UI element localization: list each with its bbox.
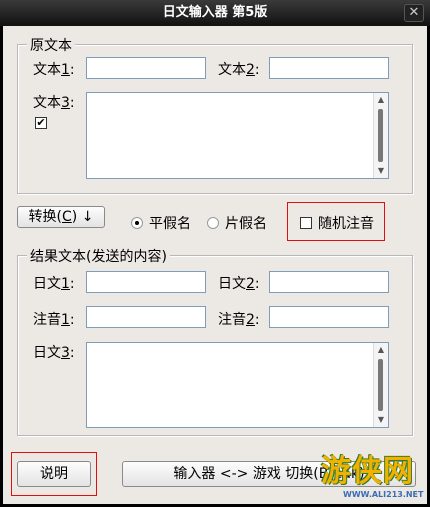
ruby1-label: 注音1:	[33, 312, 75, 328]
jp3-label: 日文3:	[33, 345, 75, 361]
ruby2-label: 注音2:	[218, 312, 260, 328]
text3-textarea[interactable]: ▲ ▼	[86, 92, 389, 179]
scroll-thumb[interactable]	[378, 359, 383, 411]
text1-input[interactable]	[86, 57, 206, 79]
text2-label: 文本2:	[218, 62, 260, 78]
random-ruby-label[interactable]: 随机注音	[318, 213, 374, 233]
convert-button[interactable]: 转换(C) ↓	[17, 206, 105, 228]
source-text-legend: 原文本	[27, 35, 75, 55]
jp2-label: 日文2:	[218, 276, 260, 292]
help-button[interactable]: 说明	[17, 461, 91, 487]
hiragana-label[interactable]: 平假名	[149, 213, 191, 233]
jp3-textarea[interactable]: ▲ ▼	[86, 342, 389, 428]
jp1-label: 日文1:	[33, 276, 75, 292]
scroll-down-icon[interactable]: ▼	[374, 413, 388, 427]
text3-checkbox[interactable]: ✔	[35, 117, 47, 129]
scroll-down-icon[interactable]: ▼	[374, 164, 388, 178]
text1-label: 文本1:	[33, 62, 75, 78]
watermark-logo: 游侠网	[321, 454, 414, 489]
katakana-label[interactable]: 片假名	[225, 213, 267, 233]
scroll-up-icon[interactable]: ▲	[374, 93, 388, 107]
katakana-radio[interactable]	[207, 217, 219, 229]
checkmark-icon: ✔	[36, 116, 46, 129]
text3-label: 文本3:	[33, 95, 75, 111]
result-text-legend: 结果文本(发送的内容)	[27, 246, 170, 266]
jp2-input[interactable]	[269, 271, 389, 293]
ruby2-input[interactable]	[269, 306, 389, 328]
random-ruby-checkbox[interactable]	[300, 217, 312, 229]
watermark-url: WWW.ALI213.NET	[343, 490, 424, 499]
scroll-thumb[interactable]	[378, 109, 383, 162]
text3-scrollbar[interactable]: ▲ ▼	[373, 93, 388, 178]
window-title: 日文输入器 第5版	[162, 5, 268, 20]
close-button[interactable]: ✕	[404, 4, 424, 22]
dialog-client-area: 原文本 文本1: 文本2: 文本3: ✔ ▲ ▼ 转换(C) ↓ 平假名 片假名…	[3, 26, 427, 504]
jp3-scrollbar[interactable]: ▲ ▼	[373, 343, 388, 427]
jp1-input[interactable]	[86, 271, 206, 293]
text2-input[interactable]	[269, 57, 389, 79]
ruby1-input[interactable]	[86, 306, 206, 328]
close-icon: ✕	[408, 5, 420, 20]
window-title-bar[interactable]: 日文输入器 第5版	[0, 0, 430, 26]
hiragana-radio[interactable]	[131, 217, 143, 229]
scroll-up-icon[interactable]: ▲	[374, 343, 388, 357]
